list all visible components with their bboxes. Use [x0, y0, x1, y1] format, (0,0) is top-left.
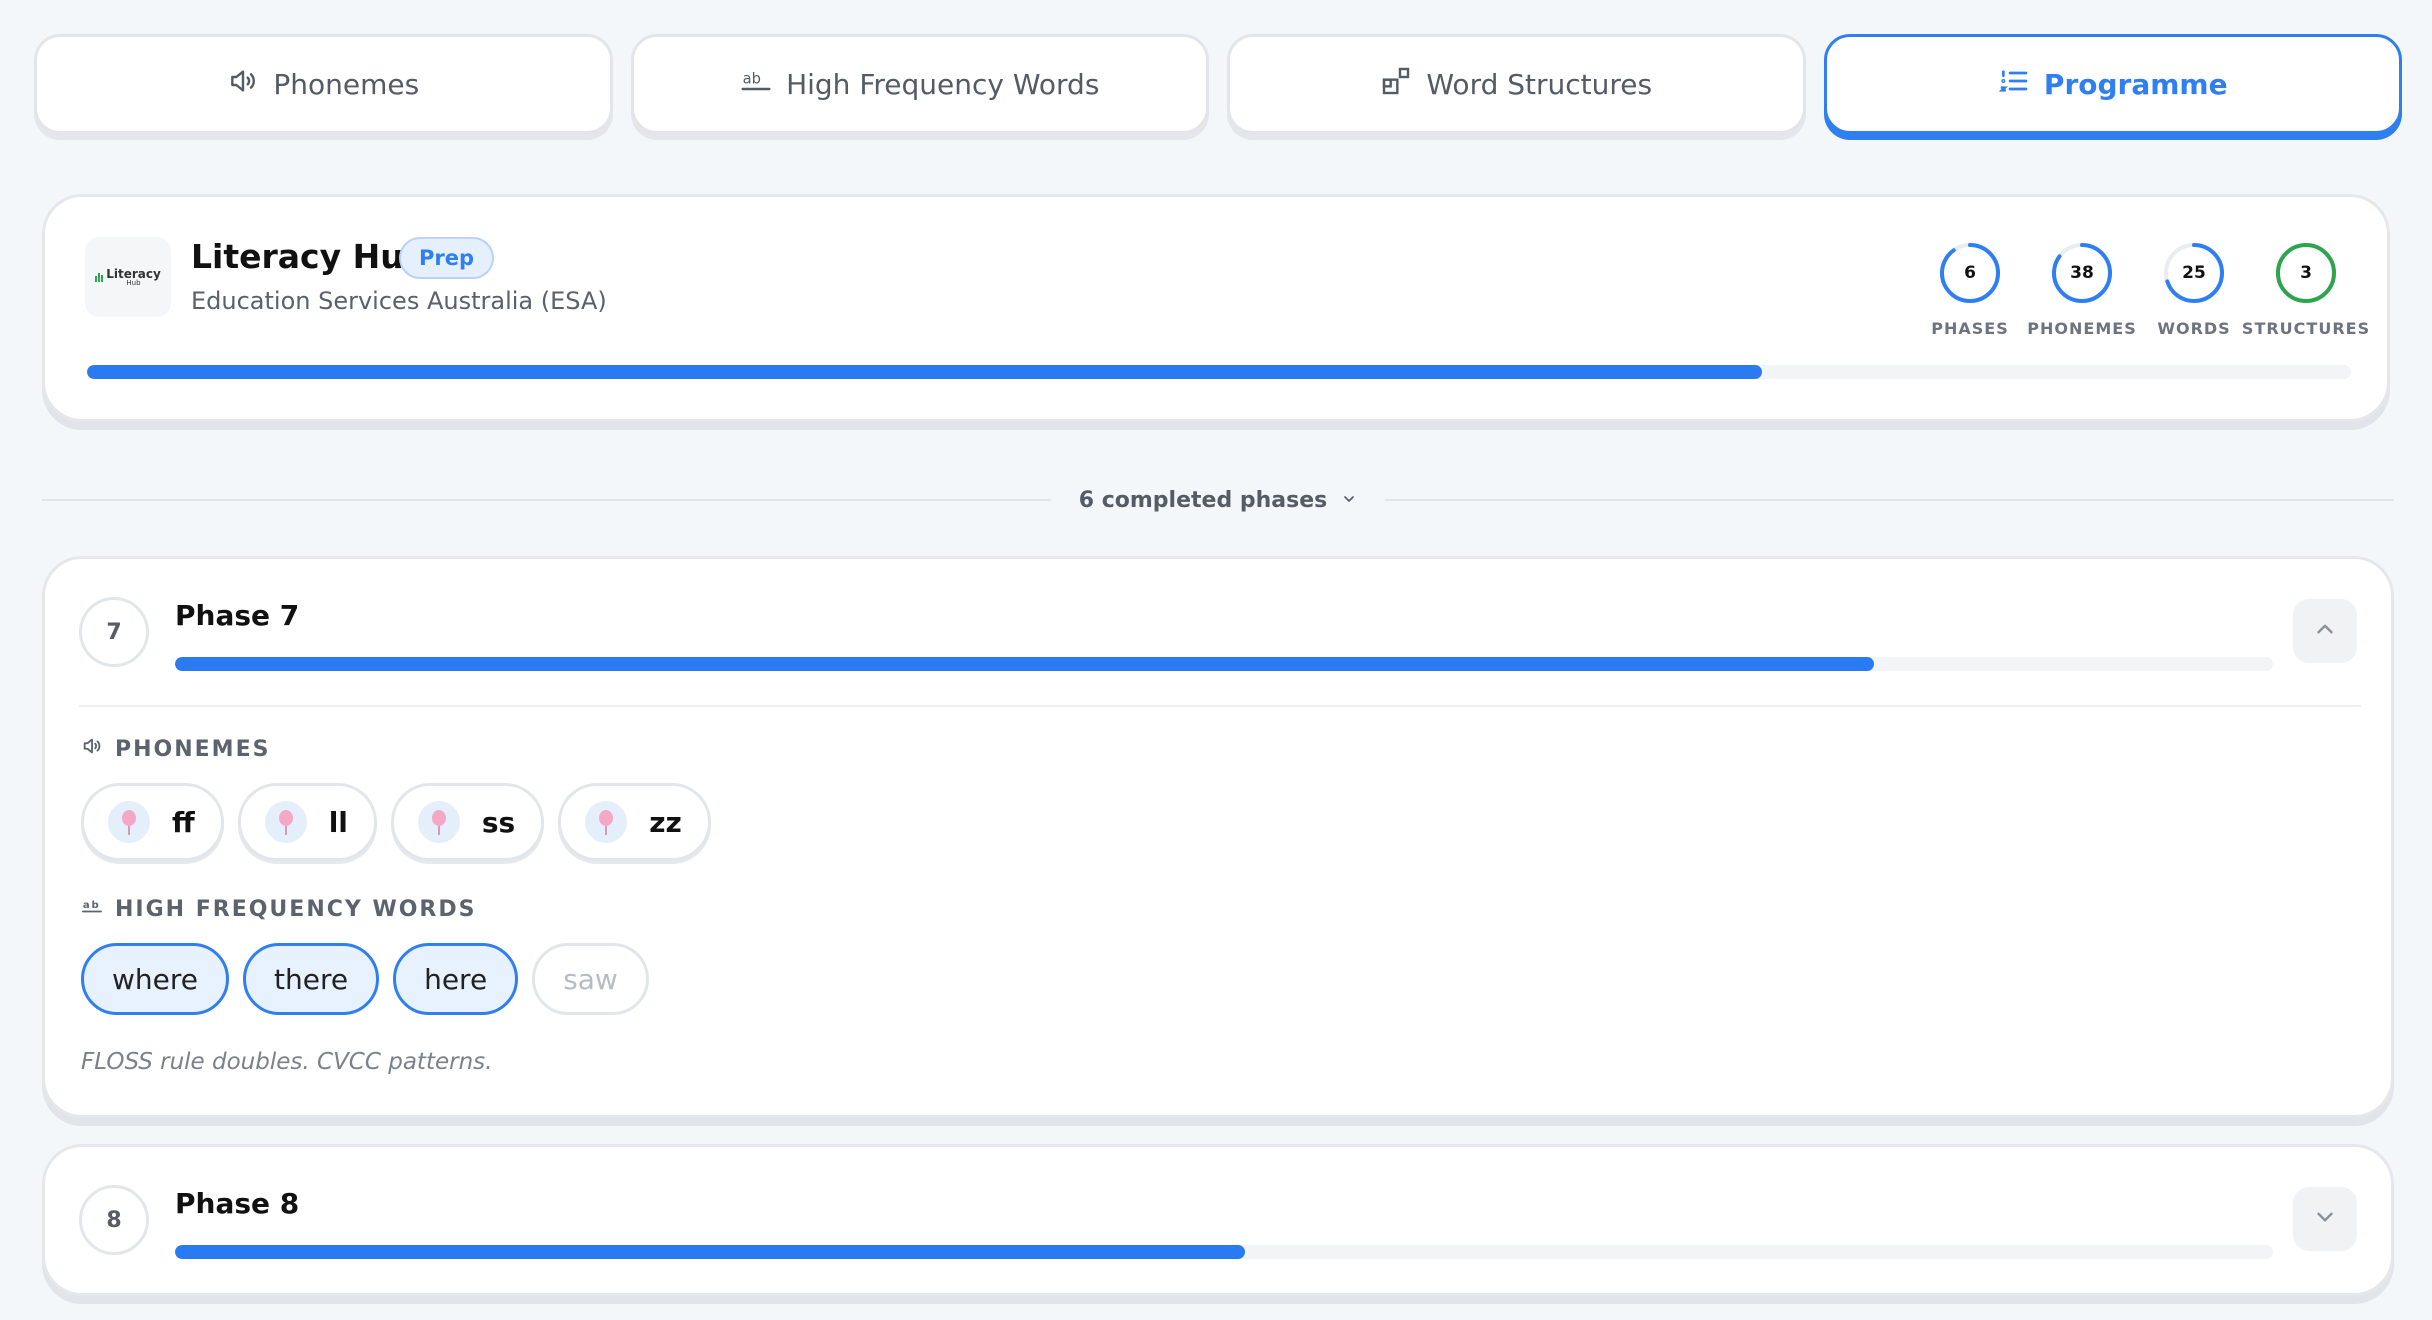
- blocks-icon: [1380, 65, 1412, 104]
- section-divider: [79, 705, 2361, 707]
- tab-label: Programme: [2043, 67, 2228, 101]
- programme-publisher: Education Services Australia (ESA): [191, 287, 607, 315]
- word-chip[interactable]: where: [81, 943, 229, 1015]
- progress-ring: 25: [2162, 241, 2226, 305]
- phase-number: 7: [79, 597, 149, 667]
- progress-ring: 38: [2050, 241, 2114, 305]
- stat-value: 3: [2300, 263, 2312, 283]
- stat-value: 38: [2070, 263, 2094, 283]
- phase-note: FLOSS rule doubles. CVCC patterns.: [81, 1049, 493, 1075]
- phase-number: 8: [79, 1185, 149, 1255]
- word-chips: where there here saw: [81, 943, 649, 1015]
- tab-label: Word Structures: [1426, 67, 1653, 101]
- svg-text:ab: ab: [83, 900, 101, 911]
- cotton-candy-icon: [108, 801, 150, 843]
- speaker-icon: [81, 735, 103, 763]
- programme-logo: Literacy Hub: [85, 237, 171, 317]
- cotton-candy-icon: [585, 801, 628, 843]
- progress-ring: 3: [2274, 241, 2338, 305]
- phonemes-section-label: PHONEMES: [81, 735, 270, 763]
- cotton-candy-icon: [417, 801, 460, 843]
- phoneme-chip[interactable]: ll: [237, 783, 377, 861]
- programme-card: Literacy Hub Literacy Hub Prep Education …: [42, 194, 2390, 422]
- phoneme-chips: ff ll ss zz: [81, 783, 711, 861]
- chevron-up-icon: [2312, 616, 2338, 646]
- completed-phases-label: 6 completed phases: [1078, 487, 1328, 513]
- expand-button[interactable]: [2293, 1187, 2357, 1251]
- programme-title: Literacy Hub: [191, 237, 428, 276]
- word-chip[interactable]: saw: [532, 943, 649, 1015]
- phase-card-7: 7 Phase 7 PHONEMES ff ll ss zz ab HIGH F…: [42, 556, 2394, 1118]
- level-badge: Prep: [399, 237, 495, 279]
- list-icon: [1998, 65, 2030, 104]
- phase-card-8[interactable]: 8 Phase 8: [42, 1144, 2394, 1296]
- progress-ring: 6: [1938, 241, 2002, 305]
- cotton-candy-icon: [264, 801, 307, 843]
- phoneme-chip[interactable]: ss: [390, 783, 545, 861]
- ab-icon: ab: [740, 65, 772, 104]
- chevron-down-icon: [2312, 1204, 2338, 1234]
- stat-label: WORDS: [2157, 319, 2231, 338]
- tab-high-frequency-words[interactable]: ab High Frequency Words: [630, 34, 1209, 134]
- tab-programme[interactable]: Programme: [1823, 34, 2402, 134]
- stat-value: 25: [2182, 263, 2206, 283]
- word-chip[interactable]: there: [243, 943, 380, 1015]
- tab-phonemes[interactable]: Phonemes: [34, 34, 613, 134]
- ab-icon: ab: [81, 895, 103, 923]
- tab-label: Phonemes: [273, 67, 420, 101]
- chevron-down-icon: [1341, 488, 1357, 513]
- progress-fill: [175, 1245, 1245, 1259]
- speaker-icon: [227, 65, 259, 104]
- stat-value: 6: [1964, 263, 1976, 283]
- tab-label: High Frequency Words: [786, 67, 1100, 101]
- phase-title: Phase 8: [175, 1187, 300, 1220]
- completed-phases-divider: 6 completed phases: [42, 478, 2394, 522]
- phase-progress-bar: [175, 657, 2273, 671]
- progress-fill: [87, 365, 1763, 379]
- collapse-button[interactable]: [2293, 599, 2357, 663]
- progress-fill: [175, 657, 1875, 671]
- hfw-section-label: ab HIGH FREQUENCY WORDS: [81, 895, 477, 923]
- stat-words: 25 WORDS: [2153, 241, 2235, 338]
- stat-phonemes: 38 PHONEMES: [2027, 241, 2136, 338]
- programme-stats: 6 PHASES 38 PHONEMES 25 WORDS 3 STRUCTUR…: [1929, 241, 2369, 338]
- phase-title: Phase 7: [175, 599, 300, 632]
- programme-progress-bar: [87, 365, 2351, 379]
- stat-label: PHASES: [1931, 319, 2009, 338]
- phoneme-chip[interactable]: ff: [81, 783, 224, 861]
- stat-label: STRUCTURES: [2241, 319, 2371, 338]
- svg-text:ab: ab: [743, 70, 761, 87]
- stat-label: PHONEMES: [2027, 319, 2137, 338]
- divider-line: [1385, 499, 2394, 501]
- divider-line: [42, 499, 1051, 501]
- stat-phases: 6 PHASES: [1929, 241, 2011, 338]
- completed-phases-toggle[interactable]: 6 completed phases: [1051, 488, 1385, 513]
- phase-progress-bar: [175, 1245, 2273, 1259]
- tab-bar: Phonemes ab High Frequency Words Word St…: [34, 34, 2402, 134]
- stat-structures: 3 STRUCTURES: [2242, 241, 2369, 338]
- word-chip[interactable]: here: [393, 943, 519, 1015]
- tab-word-structures[interactable]: Word Structures: [1227, 34, 1806, 134]
- phoneme-chip[interactable]: zz: [558, 783, 711, 861]
